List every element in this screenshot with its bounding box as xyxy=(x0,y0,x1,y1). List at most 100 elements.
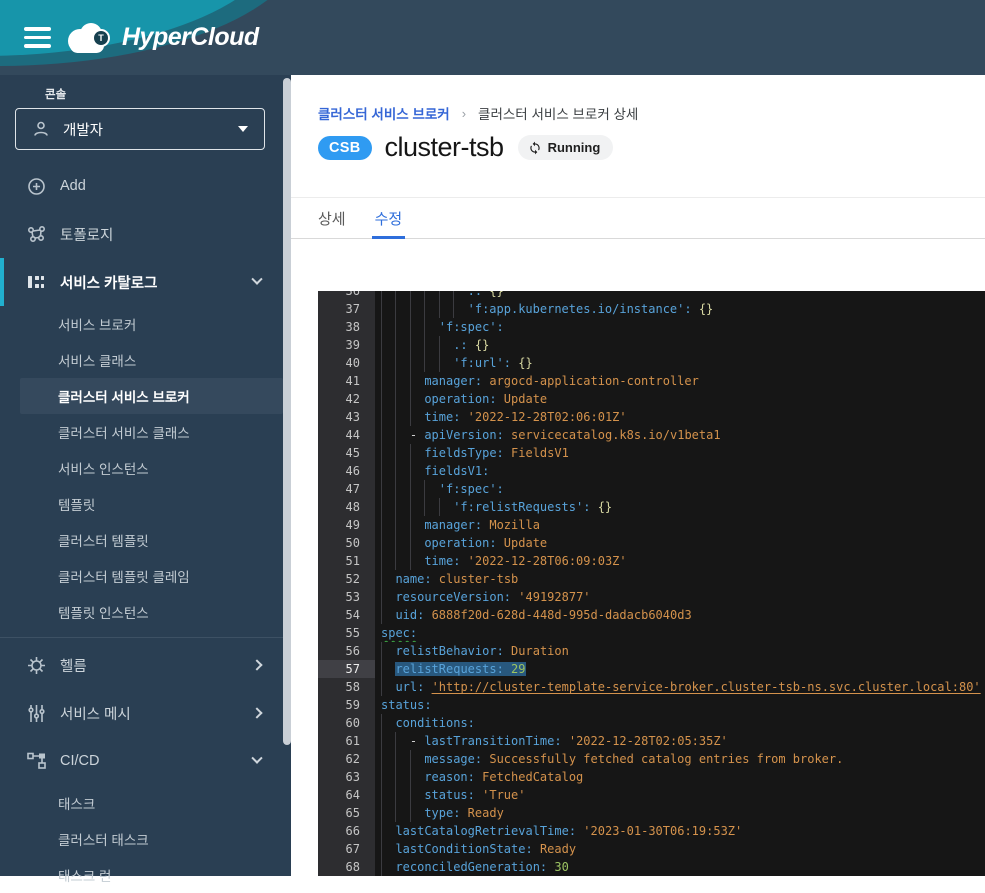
line-number[interactable]: 42 xyxy=(318,390,375,408)
sidebar-subitem[interactable]: 서비스 브로커 xyxy=(0,306,291,342)
line-number[interactable]: 68 xyxy=(318,858,375,876)
sidebar-item-helm[interactable]: 헬름 xyxy=(0,641,291,689)
code-line[interactable]: 41manager: argocd-application-controller xyxy=(318,372,985,390)
tab-details[interactable]: 상세 xyxy=(318,198,346,238)
sidebar-item-label: 토폴로지 xyxy=(60,224,113,245)
code-line[interactable]: 37'f:app.kubernetes.io/instance': {} xyxy=(318,300,985,318)
line-number[interactable]: 40 xyxy=(318,354,375,372)
line-number[interactable]: 60 xyxy=(318,714,375,732)
code-line[interactable]: 63reason: FetchedCatalog xyxy=(318,768,985,786)
code-line[interactable]: 62message: Successfully fetched catalog … xyxy=(318,750,985,768)
line-number[interactable]: 54 xyxy=(318,606,375,624)
code-line[interactable]: 52name: cluster-tsb xyxy=(318,570,985,588)
line-number[interactable]: 55 xyxy=(318,624,375,642)
line-number[interactable]: 48 xyxy=(318,498,375,516)
code-line[interactable]: 44- apiVersion: servicecatalog.k8s.io/v1… xyxy=(318,426,985,444)
line-number[interactable]: 62 xyxy=(318,750,375,768)
sidebar-subitem[interactable]: 서비스 클래스 xyxy=(0,342,291,378)
main-scrollbar-thumb[interactable] xyxy=(283,78,291,745)
line-number[interactable]: 66 xyxy=(318,822,375,840)
line-number[interactable]: 58 xyxy=(318,678,375,696)
code-line[interactable]: 46fieldsV1: xyxy=(318,462,985,480)
code-line[interactable]: 67lastConditionState: Ready xyxy=(318,840,985,858)
sidebar-item-add[interactable]: Add xyxy=(0,162,291,210)
line-number[interactable]: 47 xyxy=(318,480,375,498)
sidebar-subitem[interactable]: 클러스터 템플릿 xyxy=(0,522,291,558)
line-number[interactable]: 41 xyxy=(318,372,375,390)
sidebar-subitem[interactable]: 태스크 런 xyxy=(0,857,291,893)
code-line[interactable]: 56relistBehavior: Duration xyxy=(318,642,985,660)
sidebar-subitem[interactable]: 클러스터 태스크 xyxy=(0,821,291,857)
line-number[interactable]: 65 xyxy=(318,804,375,822)
yaml-editor[interactable]: 36.: {}37'f:app.kubernetes.io/instance':… xyxy=(318,291,985,876)
line-number[interactable]: 50 xyxy=(318,534,375,552)
code-line[interactable]: 51time: '2022-12-28T06:09:03Z' xyxy=(318,552,985,570)
sidebar-item-topology[interactable]: 토폴로지 xyxy=(0,210,291,258)
logo-badge: T xyxy=(92,29,110,47)
sidebar-subitem[interactable]: 템플릿 인스턴스 xyxy=(0,594,291,630)
hamburger-menu-icon[interactable] xyxy=(24,27,51,48)
line-number[interactable]: 39 xyxy=(318,336,375,354)
code-line[interactable]: 61- lastTransitionTime: '2022-12-28T02:0… xyxy=(318,732,985,750)
code-line[interactable]: 65type: Ready xyxy=(318,804,985,822)
code-line[interactable]: 50operation: Update xyxy=(318,534,985,552)
breadcrumb-parent-link[interactable]: 클러스터 서비스 브로커 xyxy=(318,103,450,123)
code-line[interactable]: 49manager: Mozilla xyxy=(318,516,985,534)
perspective-dropdown[interactable]: 개발자 xyxy=(15,108,265,150)
sidebar-section-cicd[interactable]: CI/CD xyxy=(0,737,291,785)
line-number[interactable]: 57 xyxy=(318,660,375,678)
code-line[interactable]: 39.: {} xyxy=(318,336,985,354)
code-line[interactable]: 55spec: xyxy=(318,624,985,642)
code-line[interactable]: 48'f:relistRequests': {} xyxy=(318,498,985,516)
breadcrumb: 클러스터 서비스 브로커 › 클러스터 서비스 브로커 상세 xyxy=(318,103,638,123)
line-number[interactable]: 59 xyxy=(318,696,375,714)
sidebar-subitem[interactable]: 클러스터 서비스 클래스 xyxy=(0,414,291,450)
code-line[interactable]: 43time: '2022-12-28T02:06:01Z' xyxy=(318,408,985,426)
line-number[interactable]: 46 xyxy=(318,462,375,480)
sidebar-subitem[interactable]: 템플릿 xyxy=(0,486,291,522)
line-number[interactable]: 56 xyxy=(318,642,375,660)
code-line[interactable]: 57relistRequests: 29 xyxy=(318,660,985,678)
sidebar-subitem[interactable]: 클러스터 템플릿 클레임 xyxy=(0,558,291,594)
kind-badge: CSB xyxy=(318,136,372,160)
sidebar-section-service-catalog[interactable]: 서비스 카탈로그 xyxy=(0,258,291,306)
line-number[interactable]: 61 xyxy=(318,732,375,750)
line-number[interactable]: 45 xyxy=(318,444,375,462)
code-line[interactable]: 64status: 'True' xyxy=(318,786,985,804)
code-line[interactable]: 59status: xyxy=(318,696,985,714)
code-line[interactable]: 45fieldsType: FieldsV1 xyxy=(318,444,985,462)
line-number[interactable]: 64 xyxy=(318,786,375,804)
code-line[interactable]: 58url: 'http://cluster-template-service-… xyxy=(318,678,985,696)
line-number[interactable]: 63 xyxy=(318,768,375,786)
code-line[interactable]: 54uid: 6888f20d-628d-448d-995d-dadacb604… xyxy=(318,606,985,624)
brand-logo[interactable]: T HyperCloud xyxy=(66,20,259,54)
code-line[interactable]: 53resourceVersion: '49192877' xyxy=(318,588,985,606)
code-line[interactable]: 66lastCatalogRetrievalTime: '2023-01-30T… xyxy=(318,822,985,840)
code-line[interactable]: 42operation: Update xyxy=(318,390,985,408)
line-number[interactable]: 43 xyxy=(318,408,375,426)
tab-edit[interactable]: 수정 xyxy=(375,198,403,238)
line-number[interactable]: 37 xyxy=(318,300,375,318)
sidebar-item-service-mesh[interactable]: 서비스 메시 xyxy=(0,689,291,737)
line-number[interactable]: 53 xyxy=(318,588,375,606)
line-number[interactable]: 49 xyxy=(318,516,375,534)
sidebar-subitem[interactable]: 서비스 인스턴스 xyxy=(0,450,291,486)
code-line[interactable]: 47'f:spec': xyxy=(318,480,985,498)
topology-icon xyxy=(26,225,46,244)
sidebar-subitem[interactable]: 태스크 xyxy=(0,785,291,821)
brand-name: HyperCloud xyxy=(122,23,259,52)
line-number[interactable]: 51 xyxy=(318,552,375,570)
code-line[interactable]: 38'f:spec': xyxy=(318,318,985,336)
line-number[interactable]: 67 xyxy=(318,840,375,858)
code-line[interactable]: 68reconciledGeneration: 30 xyxy=(318,858,985,876)
line-number[interactable]: 44 xyxy=(318,426,375,444)
line-number[interactable]: 52 xyxy=(318,570,375,588)
catalog-icon xyxy=(26,273,46,291)
sync-icon xyxy=(528,141,542,155)
code-line[interactable]: 36.: {} xyxy=(318,291,985,300)
line-number[interactable]: 38 xyxy=(318,318,375,336)
code-line[interactable]: 40'f:url': {} xyxy=(318,354,985,372)
line-number[interactable]: 36 xyxy=(318,291,375,300)
sidebar-subitem[interactable]: 클러스터 서비스 브로커 xyxy=(20,378,283,414)
code-line[interactable]: 60conditions: xyxy=(318,714,985,732)
